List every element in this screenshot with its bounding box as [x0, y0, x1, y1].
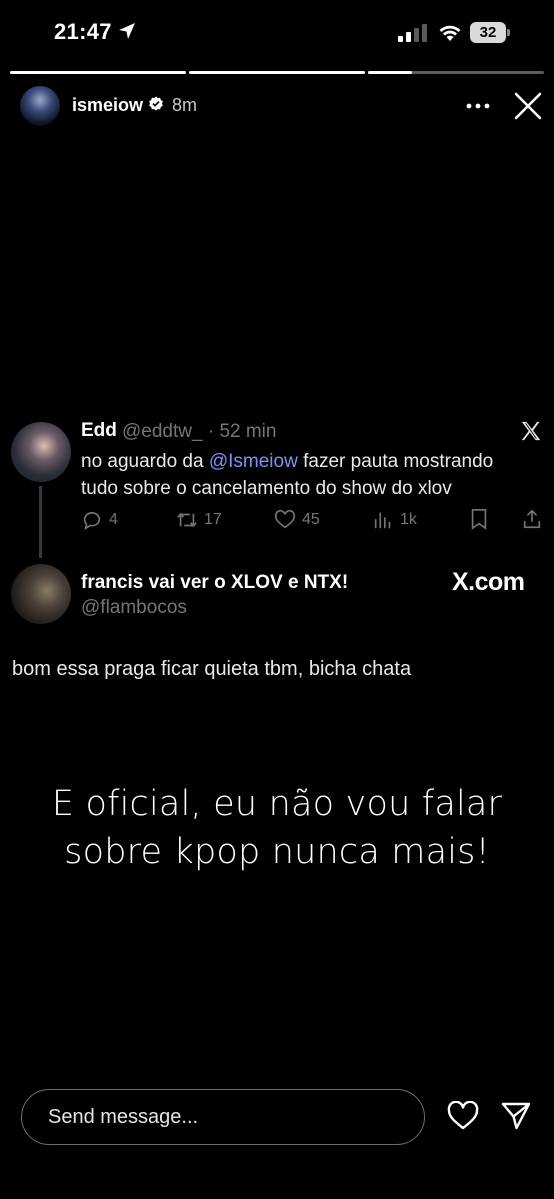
bookmark-icon — [471, 509, 487, 530]
close-icon[interactable] — [514, 92, 542, 120]
send-message-input[interactable] — [21, 1089, 425, 1145]
quoted-text: bom essa praga ficar quieta tbm, bicha c… — [12, 658, 412, 680]
reply-count: 4 — [109, 511, 118, 528]
progress-fill-3 — [368, 71, 412, 74]
story-time: 8m — [172, 95, 198, 115]
retweet-count: 17 — [204, 511, 222, 528]
story-progress-1 — [10, 71, 186, 74]
story-progress-2 — [189, 71, 365, 74]
location-arrow-icon — [119, 23, 135, 39]
status-time: 21:47 — [54, 19, 112, 44]
tweet-text-start: no aguardo da — [81, 451, 209, 472]
story-caption: E oficial, eu não vou falar sobre kpop n… — [0, 780, 554, 876]
story-header: ismeiow 8m — [0, 84, 554, 130]
like-action: 45 — [274, 508, 320, 532]
status-bar: 21:47 32 — [0, 0, 554, 62]
reply-action: 4 — [81, 508, 118, 532]
xcom-logo: X.com — [452, 568, 525, 596]
like-count: 45 — [302, 511, 320, 528]
reply-icon — [83, 512, 101, 530]
battery-icon: 32 — [470, 22, 510, 43]
quoted-handle: @flambocos — [81, 597, 187, 618]
cellular-signal-icon — [398, 24, 427, 42]
verified-badge-icon — [149, 96, 163, 111]
tweet-mention: @Ismeiow — [208, 451, 298, 472]
share-icon — [523, 509, 541, 529]
views-count: 1k — [400, 511, 417, 528]
tweet-avatar — [11, 422, 71, 482]
story-caption-line-2: sobre kpop nunca mais! — [64, 832, 490, 872]
battery-level: 32 — [470, 22, 506, 43]
story-progress-3 — [368, 71, 544, 74]
story-card[interactable]: ismeiow 8m Edd @eddtw_ · 52 min no aguar… — [0, 62, 554, 1047]
x-logo-icon — [521, 421, 541, 441]
story-caption-line-1: E oficial, eu não vou falar — [51, 784, 503, 824]
thread-line — [39, 486, 42, 558]
more-options-icon[interactable] — [465, 96, 491, 116]
heart-icon[interactable] — [447, 1101, 479, 1131]
quoted-avatar — [11, 564, 71, 624]
like-icon — [274, 509, 296, 529]
views-action: 1k — [372, 508, 417, 532]
author-name[interactable]: ismeiow — [72, 95, 143, 116]
tweet-author-name: Edd — [81, 420, 117, 441]
progress-fill-2 — [189, 71, 365, 74]
views-chart-icon — [374, 512, 391, 529]
retweet-icon — [177, 513, 197, 527]
quoted-author-name: francis vai ver o XLOV e NTX! — [81, 572, 349, 593]
retweet-action: 17 — [176, 508, 222, 532]
progress-fill-1 — [10, 71, 186, 74]
tweet-actions: 4 17 45 1k — [81, 508, 547, 534]
tweet-text: no aguardo da @Ismeiow fazer pauta mostr… — [81, 448, 531, 502]
wifi-icon — [439, 25, 461, 41]
author-avatar[interactable] — [20, 86, 60, 126]
tweet-handle: @eddtw_ · 52 min — [122, 421, 277, 442]
send-icon[interactable] — [500, 1100, 532, 1132]
